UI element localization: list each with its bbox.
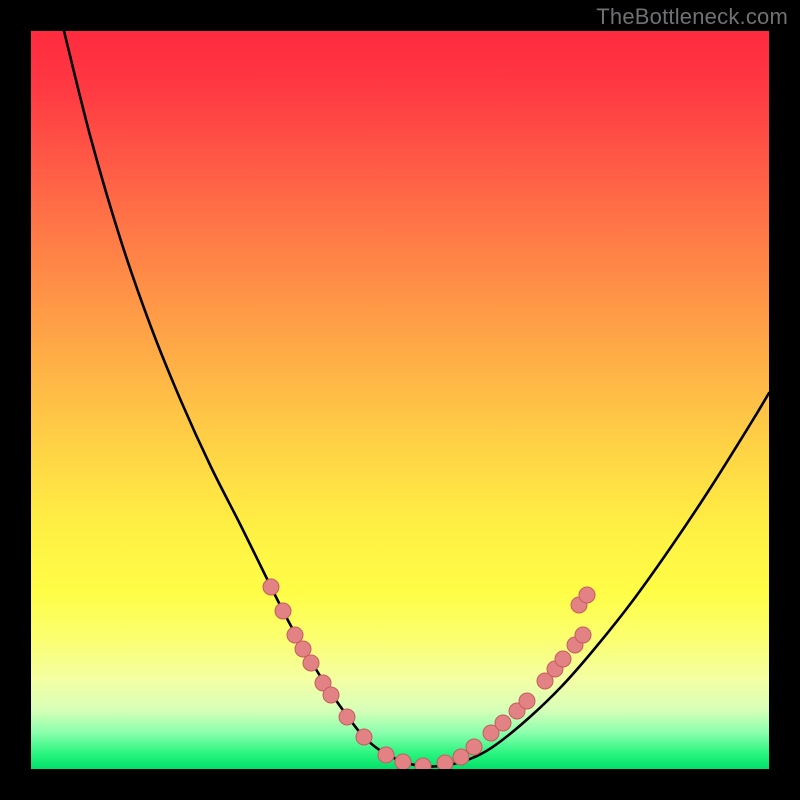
curve-marker [519, 693, 535, 709]
curve-marker [356, 729, 372, 745]
curve-markers [263, 579, 595, 769]
curve-marker [437, 755, 453, 769]
curve-marker [579, 587, 595, 603]
curve-marker [323, 687, 339, 703]
curve-marker [555, 651, 571, 667]
curve-marker [339, 709, 355, 725]
plot-area [31, 31, 769, 769]
curve-marker [263, 579, 279, 595]
curve-marker [575, 627, 591, 643]
curve-marker [495, 715, 511, 731]
bottleneck-curve [64, 31, 769, 767]
curve-marker [453, 749, 469, 765]
curve-marker [466, 739, 482, 755]
curve-marker [287, 627, 303, 643]
curve-marker [415, 758, 431, 769]
curve-marker [275, 603, 291, 619]
curve-marker [295, 641, 311, 657]
watermark-text: TheBottleneck.com [596, 4, 788, 30]
chart-stage: TheBottleneck.com [0, 0, 800, 800]
curve-marker [395, 754, 411, 769]
curve-marker [303, 655, 319, 671]
chart-svg [31, 31, 769, 769]
curve-marker [378, 747, 394, 763]
